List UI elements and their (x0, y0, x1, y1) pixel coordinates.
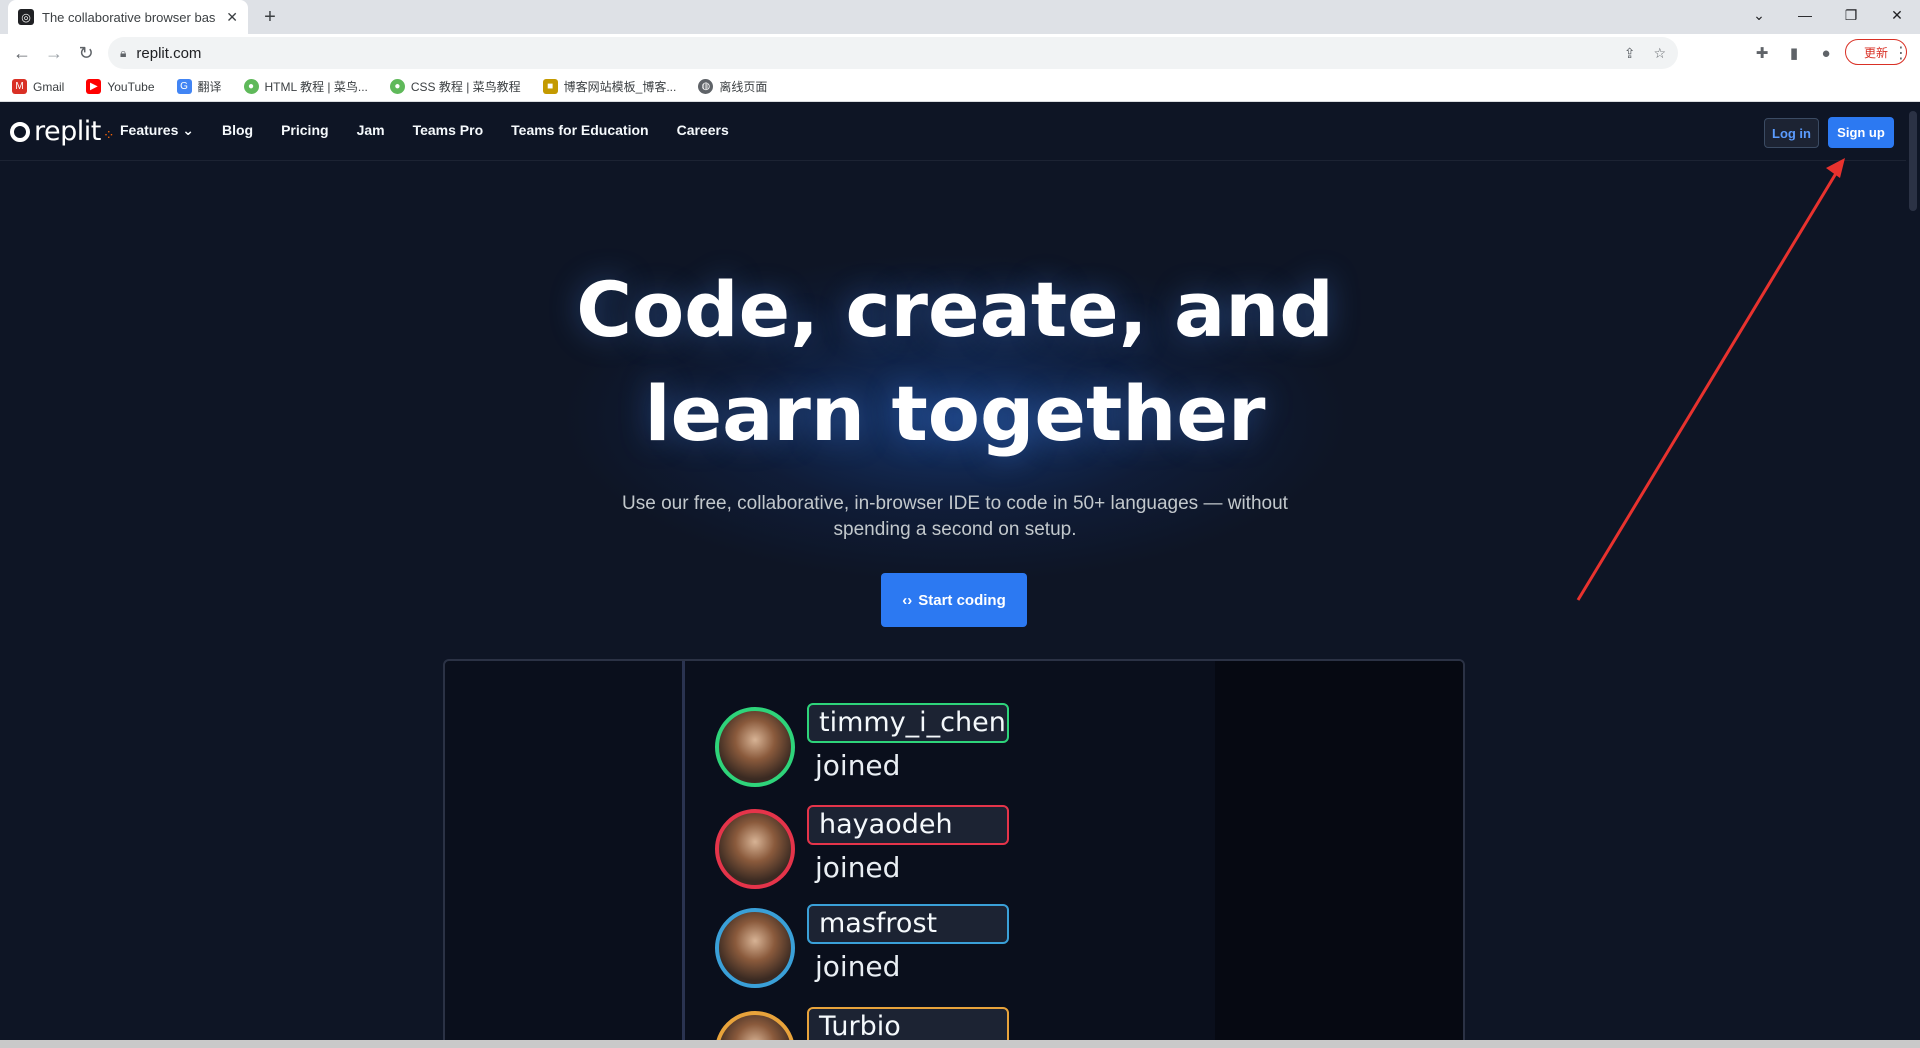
gmail-icon: M (12, 79, 27, 94)
replit-page: replit ⁘ Features ⌄ Blog Pricing Jam Tea… (0, 103, 1920, 1048)
bookmark-offline-page[interactable]: ◍ 离线页面 (698, 78, 767, 95)
runoob-icon: ● (243, 79, 259, 94)
user-status: joined (815, 749, 901, 782)
code-brackets-icon: ‹› (902, 591, 913, 609)
replit-logo-icon (10, 121, 30, 142)
extensions-puzzle-icon[interactable]: ✚ (1751, 43, 1773, 63)
bookmark-label: 博客网站模板_博客... (563, 80, 677, 94)
browser-tab[interactable]: ◎ The collaborative browser bas ✕ (8, 0, 248, 34)
bookmark-label: HTML 教程 | 菜鸟... (264, 80, 368, 94)
back-arrow-icon[interactable]: ← (10, 41, 34, 65)
blog-template-icon: ■ (542, 79, 558, 94)
bookmark-label: Gmail (33, 79, 65, 94)
nav-teams-for-education[interactable]: Teams for Education (511, 122, 648, 139)
main-nav: Features ⌄ Blog Pricing Jam Teams Pro Te… (120, 122, 757, 139)
translate-icon: G (176, 79, 192, 94)
bookmark-translate[interactable]: G 翻译 (176, 78, 222, 95)
window-controls: ⌄ — ❐ ✕ (1736, 0, 1920, 30)
minimize-button[interactable]: — (1782, 0, 1828, 30)
avatar (715, 908, 795, 988)
nav-jam[interactable]: Jam (357, 122, 385, 139)
new-tab-button[interactable]: + (258, 6, 282, 28)
chevron-down-icon: ⌄ (182, 122, 194, 138)
youtube-icon: ▶ (86, 79, 102, 94)
close-window-button[interactable]: ✕ (1874, 0, 1920, 30)
scrollbar-thumb[interactable] (1909, 111, 1917, 211)
forward-arrow-icon[interactable]: → (42, 41, 66, 65)
browser-tab-strip: ◎ The collaborative browser bas ✕ + ⌄ — … (0, 0, 1920, 34)
username-badge: masfrost (807, 904, 1009, 944)
share-icon[interactable]: ⇪ (1624, 45, 1636, 62)
browser-toolbar: ← → ↻ 🔒︎ replit.com ⇪ ☆ ✚ ▮ ● 更新 ⋮ (0, 34, 1920, 72)
signup-button[interactable]: Sign up (1828, 117, 1894, 148)
login-button[interactable]: Log in (1764, 118, 1819, 148)
logo-dots-icon: ⁘ (102, 127, 115, 144)
restore-button[interactable]: ❐ (1828, 0, 1874, 30)
user-status: joined (815, 950, 901, 983)
page-scrollbar[interactable] (1906, 103, 1920, 1048)
bookmark-youtube[interactable]: ▶ YouTube (86, 79, 155, 94)
site-header: replit ⁘ Features ⌄ Blog Pricing Jam Tea… (0, 103, 1920, 161)
demo-sidebar (445, 661, 685, 1048)
hero-subtitle: Use our free, collaborative, in-browser … (622, 493, 1288, 540)
nav-blog[interactable]: Blog (222, 122, 253, 139)
username-badge: timmy_i_chen (807, 703, 1009, 743)
bookmarks-bar: M Gmail ▶ YouTube G 翻译 ● HTML 教程 | 菜鸟...… (0, 72, 1920, 102)
bookmark-label: YouTube (107, 79, 155, 94)
avatar (715, 707, 795, 787)
demo-right-pane (1215, 661, 1463, 1048)
side-panel-icon[interactable]: ▮ (1783, 43, 1805, 63)
hero-title: Code, create, and learn together (576, 265, 1334, 458)
bookmark-label: CSS 教程 | 菜鸟教程 (410, 80, 521, 94)
kebab-menu-icon[interactable]: ⋮ (1893, 43, 1909, 63)
user-status: joined (815, 851, 901, 884)
lock-icon: 🔒︎ (120, 45, 127, 60)
start-coding-button[interactable]: ‹› Start coding (881, 573, 1027, 627)
tab-search-icon[interactable]: ⌄ (1736, 0, 1782, 30)
runoob-icon: ● (389, 79, 405, 94)
replit-logo[interactable]: replit ⁘ (10, 116, 115, 147)
globe-icon: ◍ (698, 79, 714, 94)
tab-close-icon[interactable]: ✕ (226, 9, 238, 26)
address-bar[interactable]: 🔒︎ replit.com ⇪ ☆ (108, 37, 1678, 69)
username-badge: hayaodeh (807, 805, 1009, 845)
nav-label: Features (120, 122, 179, 138)
replit-favicon-icon: ◎ (18, 9, 34, 25)
avatar (715, 809, 795, 889)
nav-careers[interactable]: Careers (677, 122, 729, 139)
bookmark-star-icon[interactable]: ☆ (1653, 45, 1666, 62)
address-url: replit.com (136, 44, 202, 62)
nav-pricing[interactable]: Pricing (281, 122, 328, 139)
start-coding-label: Start coding (918, 591, 1006, 609)
nav-teams-pro[interactable]: Teams Pro (413, 122, 484, 139)
bookmark-css-tutorial[interactable]: ● CSS 教程 | 菜鸟教程 (389, 78, 521, 95)
nav-features[interactable]: Features ⌄ (120, 122, 194, 139)
reload-icon[interactable]: ↻ (74, 41, 98, 65)
tab-title: The collaborative browser bas (42, 9, 216, 25)
bookmark-label: 离线页面 (719, 80, 768, 94)
bookmark-html-tutorial[interactable]: ● HTML 教程 | 菜鸟... (243, 78, 368, 95)
bookmark-blog-template[interactable]: ■ 博客网站模板_博客... (542, 78, 677, 95)
bookmark-label: 翻译 (197, 80, 222, 94)
taskbar-strip (0, 1040, 1920, 1048)
multiplayer-demo-panel: timmy_i_chen joined hayaodeh joined masf… (443, 659, 1465, 1048)
profile-avatar-icon[interactable]: ● (1815, 43, 1837, 63)
logo-text: replit (34, 116, 101, 147)
bookmark-gmail[interactable]: M Gmail (12, 79, 64, 94)
